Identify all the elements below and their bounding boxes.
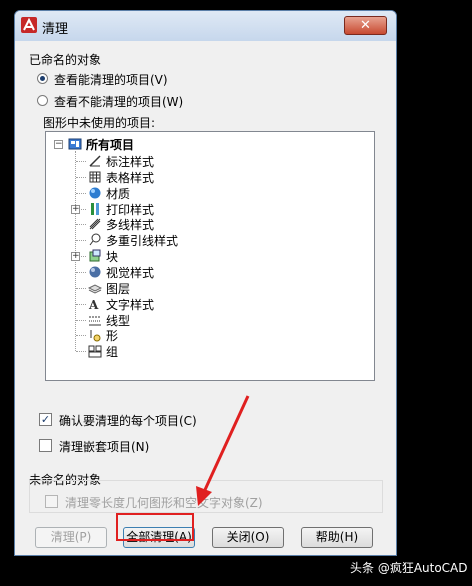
watermark: 头条 @疯狂AutoCAD (350, 561, 468, 575)
annotation-arrow-icon (196, 395, 250, 506)
